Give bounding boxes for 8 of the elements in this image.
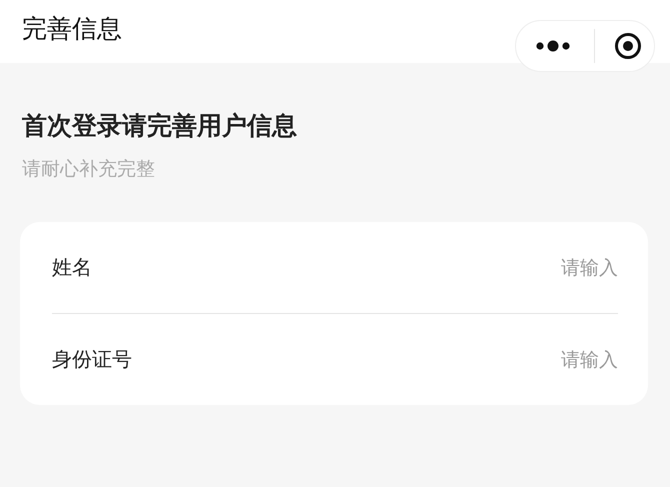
field-label: 姓名: [52, 254, 92, 281]
form-subheading: 请耐心补充完整: [22, 157, 156, 182]
more-icon[interactable]: [536, 40, 570, 52]
input-field[interactable]: 请输入: [418, 348, 618, 370]
form-heading: 首次登录请完善用户信息: [22, 110, 298, 142]
page-title: 完善信息: [22, 13, 122, 45]
field-label: 身份证号: [52, 346, 132, 373]
input-field[interactable]: 请输入: [418, 256, 618, 278]
